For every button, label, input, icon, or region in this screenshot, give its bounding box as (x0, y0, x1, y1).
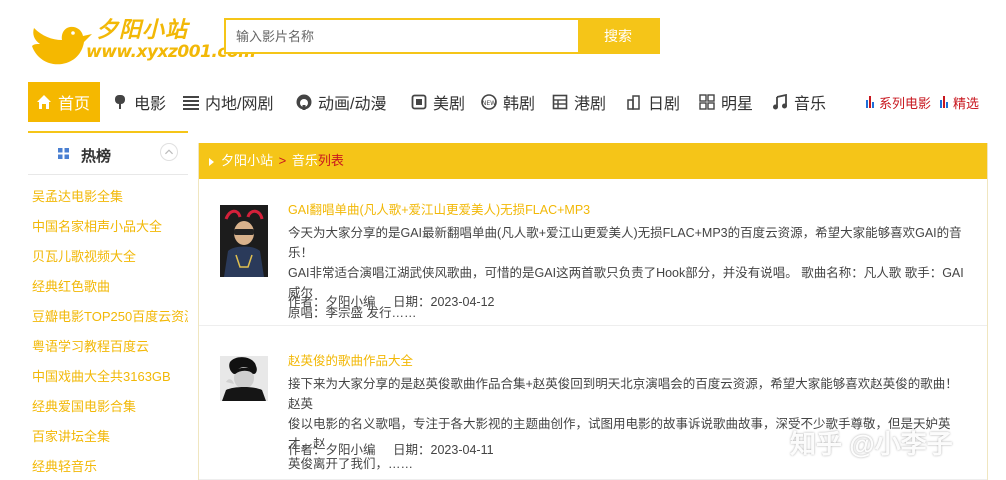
nav-item-label: 港剧 (574, 96, 607, 113)
list-icon (183, 96, 199, 110)
hot-list-sidebar: 热榜 吴孟达电影全集 中国名家相声小品大全 贝瓦儿歌视频大全 经典红色歌曲 豆瓣… (28, 131, 188, 480)
nav-item-label: 明星 (721, 96, 754, 113)
author-name: 夕阳小编 (325, 443, 376, 457)
article-thumbnail[interactable] (220, 205, 268, 277)
nav-item-jp-drama[interactable]: 日剧 (626, 82, 680, 122)
bar-chart-icon (866, 96, 876, 108)
breadcrumb-separator: > (278, 153, 287, 168)
search-input[interactable] (226, 20, 578, 52)
author-name: 夕阳小编 (325, 295, 376, 309)
nav-item-home[interactable]: 首页 (28, 82, 101, 122)
article-item: GAI翻唱单曲(凡人歌+爱江山更爱美人)无损FLAC+MP3 今天为大家分享的是… (199, 179, 987, 326)
logo-name: 夕阳小站 (96, 17, 189, 43)
list-item[interactable]: 贝瓦儿歌视频大全 (28, 242, 188, 272)
date-label: 日期： (393, 443, 431, 457)
date-value: 2023-04-11 (430, 443, 494, 457)
nav-item-mainland[interactable]: 内地/网剧 (183, 82, 273, 122)
chevron-up-icon[interactable] (160, 143, 178, 161)
nav-item-label: 动画/动漫 (318, 96, 387, 113)
building-icon (627, 95, 640, 110)
list-item[interactable]: 粤语学习教程百度云 (28, 332, 188, 362)
nav-extra-series-movies[interactable]: 系列电影 (866, 82, 931, 122)
author: 作者：夕阳小编 (288, 295, 376, 309)
list-item[interactable]: 吴孟达电影全集 (28, 182, 188, 212)
nav-item-label: 音乐 (794, 96, 827, 113)
list-item[interactable]: 经典红色歌曲 (28, 272, 188, 302)
list-item[interactable]: 豆瓣电影TOP250百度云资源 (28, 302, 188, 332)
list-item[interactable]: 经典轻音乐 (28, 452, 188, 480)
nav-item-label: 电影 (134, 96, 167, 113)
search-button[interactable]: 搜索 (578, 20, 658, 52)
grid-box-icon (552, 94, 568, 110)
list-item[interactable]: 中国戏曲大全共3163GB (28, 362, 188, 392)
nav-item-hk-drama[interactable]: 港剧 (552, 82, 606, 122)
nav-extra-label: 系列电影 (879, 95, 932, 111)
nav-item-anime[interactable]: 动画/动漫 (296, 82, 386, 122)
author: 作者：夕阳小编 (288, 443, 376, 457)
list-item[interactable]: 中国名家相声小品大全 (28, 212, 188, 242)
svg-text:NEW: NEW (482, 100, 496, 107)
author-label: 作者： (288, 295, 326, 309)
nav-item-label: 内地/网剧 (205, 96, 274, 113)
date: 日期：2023-04-11 (393, 443, 494, 457)
nav-extra-featured[interactable]: 精选 (940, 82, 979, 122)
list-item[interactable]: 经典爱国电影合集 (28, 392, 188, 422)
watermark: 知乎 @小李子 (790, 429, 953, 459)
home-icon (37, 95, 51, 109)
date-label: 日期： (393, 295, 431, 309)
breadcrumb-arrow-icon (209, 158, 214, 166)
badge-icon: NEW (481, 94, 497, 110)
author-label: 作者： (288, 443, 326, 457)
excerpt-line: 今天为大家分享的是GAI最新翻唱单曲(凡人歌+爱江山更爱美人)无损FLAC+MP… (288, 226, 962, 260)
date-value: 2023-04-12 (430, 295, 495, 309)
site-logo[interactable]: 夕阳小站 www.xyxz001.com (26, 10, 256, 72)
hot-list: 吴孟达电影全集 中国名家相声小品大全 贝瓦儿歌视频大全 经典红色歌曲 豆瓣电影T… (28, 182, 188, 480)
nav-extra-label: 精选 (953, 95, 980, 111)
box-icon (411, 94, 427, 110)
search-bar: 搜索 (224, 18, 660, 54)
nav-item-music[interactable]: 音乐 (772, 82, 826, 122)
nav-item-kr-drama[interactable]: NEW 韩剧 (481, 82, 535, 122)
breadcrumb-current: 列表 (317, 153, 344, 168)
article-thumbnail[interactable] (220, 356, 268, 401)
article-meta: 作者：夕阳小编 日期：2023-04-12 (288, 291, 494, 310)
breadcrumb-home[interactable]: 夕阳小站 (221, 153, 273, 168)
nav-item-label: 韩剧 (503, 96, 536, 113)
main-nav: 首页 电影 内地/网剧 动画/动漫 美剧 NEW 韩剧 港剧 日剧 明星 音乐 … (28, 82, 988, 122)
list-item[interactable]: 百家讲坛全集 (28, 422, 188, 452)
nav-item-label: 美剧 (433, 96, 466, 113)
nav-item-label: 首页 (58, 96, 91, 113)
app-grid-icon (699, 94, 715, 110)
github-cat-icon (296, 94, 312, 110)
date: 日期：2023-04-12 (393, 295, 494, 309)
nav-item-label: 日剧 (648, 96, 681, 113)
bar-chart-icon (940, 96, 950, 108)
sidebar-title: 热榜 (81, 148, 112, 165)
breadcrumb-section[interactable]: 音乐 (292, 153, 318, 168)
music-note-icon (773, 94, 787, 110)
breadcrumb: 夕阳小站 > 音乐列表 (199, 143, 987, 179)
nav-item-stars[interactable]: 明星 (699, 82, 753, 122)
article-title[interactable]: GAI翻唱单曲(凡人歌+爱江山更爱美人)无损FLAC+MP3 (288, 199, 590, 218)
sidebar-header: 热榜 (28, 131, 188, 175)
popsicle-icon (115, 95, 125, 109)
excerpt-line: 接下来为大家分享的是赵英俊歌曲作品合集+赵英俊回到明天北京演唱会的百度云资源，希… (288, 377, 958, 411)
nav-item-movies[interactable]: 电影 (112, 82, 166, 122)
article-meta: 作者：夕阳小编 日期：2023-04-11 (288, 439, 494, 458)
nav-item-us-drama[interactable]: 美剧 (411, 82, 465, 122)
article-title[interactable]: 赵英俊的歌曲作品大全 (288, 350, 413, 369)
grid-icon (58, 148, 69, 159)
